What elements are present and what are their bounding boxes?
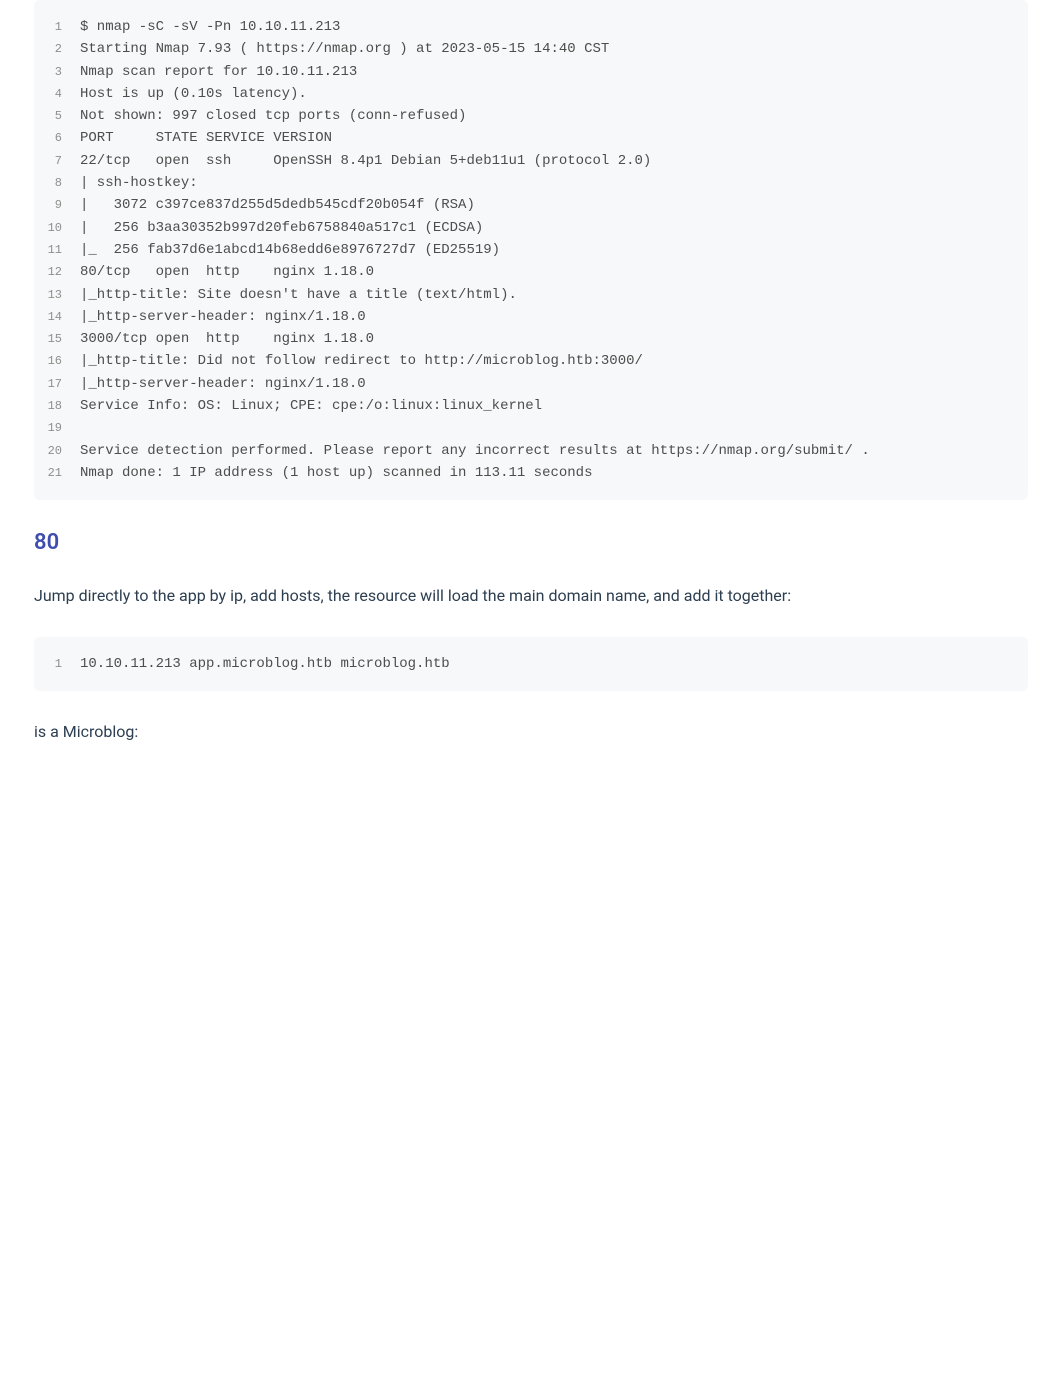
line-number: 15 xyxy=(34,328,80,350)
code-line: 1$ nmap -sC -sV -Pn 10.10.11.213 xyxy=(34,16,1028,38)
code-line: 153000/tcp open http nginx 1.18.0 xyxy=(34,328,1028,350)
code-content: Starting Nmap 7.93 ( https://nmap.org ) … xyxy=(80,38,609,60)
code-content: PORT STATE SERVICE VERSION xyxy=(80,127,332,149)
code-line: 9| 3072 c397ce837d255d5dedb545cdf20b054f… xyxy=(34,194,1028,216)
code-line: 21Nmap done: 1 IP address (1 host up) sc… xyxy=(34,462,1028,484)
line-number: 6 xyxy=(34,127,80,149)
line-number: 12 xyxy=(34,261,80,283)
code-line: 10| 256 b3aa30352b997d20feb6758840a517c1… xyxy=(34,217,1028,239)
line-number: 19 xyxy=(34,417,80,439)
code-content: | 256 b3aa30352b997d20feb6758840a517c1 (… xyxy=(80,217,483,239)
code-content: | 3072 c397ce837d255d5dedb545cdf20b054f … xyxy=(80,194,475,216)
code-content: 80/tcp open http nginx 1.18.0 xyxy=(80,261,374,283)
code-content: $ nmap -sC -sV -Pn 10.10.11.213 xyxy=(80,16,340,38)
line-number: 14 xyxy=(34,306,80,328)
line-number: 18 xyxy=(34,395,80,417)
code-line: 20Service detection performed. Please re… xyxy=(34,440,1028,462)
code-content: Nmap done: 1 IP address (1 host up) scan… xyxy=(80,462,592,484)
code-line: 16|_http-title: Did not follow redirect … xyxy=(34,350,1028,372)
code-line: 110.10.11.213 app.microblog.htb microblo… xyxy=(34,653,1028,675)
code-line: 722/tcp open ssh OpenSSH 8.4p1 Debian 5+… xyxy=(34,150,1028,172)
code-line: 5Not shown: 997 closed tcp ports (conn-r… xyxy=(34,105,1028,127)
code-line: 19 xyxy=(34,417,1028,439)
code-line: 14|_http-server-header: nginx/1.18.0 xyxy=(34,306,1028,328)
code-line: 11|_ 256 fab37d6e1abcd14b68edd6e8976727d… xyxy=(34,239,1028,261)
code-block-nmap: 1$ nmap -sC -sV -Pn 10.10.11.213 2Starti… xyxy=(34,0,1028,500)
line-number: 16 xyxy=(34,350,80,372)
line-number: 4 xyxy=(34,83,80,105)
code-line: 17|_http-server-header: nginx/1.18.0 xyxy=(34,373,1028,395)
code-content: |_http-server-header: nginx/1.18.0 xyxy=(80,306,366,328)
line-number: 13 xyxy=(34,284,80,306)
line-number: 3 xyxy=(34,61,80,83)
line-number: 9 xyxy=(34,194,80,216)
line-number: 21 xyxy=(34,462,80,484)
code-content: |_http-title: Did not follow redirect to… xyxy=(80,350,643,372)
code-content: |_http-server-header: nginx/1.18.0 xyxy=(80,373,366,395)
line-number: 2 xyxy=(34,38,80,60)
line-number: 8 xyxy=(34,172,80,194)
code-line: 6PORT STATE SERVICE VERSION xyxy=(34,127,1028,149)
code-content: 22/tcp open ssh OpenSSH 8.4p1 Debian 5+d… xyxy=(80,150,651,172)
line-number: 5 xyxy=(34,105,80,127)
code-line: 3Nmap scan report for 10.10.11.213 xyxy=(34,61,1028,83)
code-content: |_ 256 fab37d6e1abcd14b68edd6e8976727d7 … xyxy=(80,239,500,261)
code-line: 2Starting Nmap 7.93 ( https://nmap.org )… xyxy=(34,38,1028,60)
code-block-hosts: 110.10.11.213 app.microblog.htb microblo… xyxy=(34,637,1028,691)
code-content: 3000/tcp open http nginx 1.18.0 xyxy=(80,328,374,350)
code-content: 10.10.11.213 app.microblog.htb microblog… xyxy=(80,653,450,675)
line-number: 1 xyxy=(34,16,80,38)
code-content: Nmap scan report for 10.10.11.213 xyxy=(80,61,357,83)
line-number: 17 xyxy=(34,373,80,395)
line-number: 11 xyxy=(34,239,80,261)
code-content: Not shown: 997 closed tcp ports (conn-re… xyxy=(80,105,466,127)
code-line: 8| ssh-hostkey: xyxy=(34,172,1028,194)
line-number: 1 xyxy=(34,653,80,675)
code-content: Service Info: OS: Linux; CPE: cpe:/o:lin… xyxy=(80,395,542,417)
code-line: 4Host is up (0.10s latency). xyxy=(34,83,1028,105)
heading-80: 80 xyxy=(34,530,1028,555)
code-content: Service detection performed. Please repo… xyxy=(80,440,870,462)
code-content: |_http-title: Site doesn't have a title … xyxy=(80,284,517,306)
code-line: 13|_http-title: Site doesn't have a titl… xyxy=(34,284,1028,306)
line-number: 7 xyxy=(34,150,80,172)
code-line: 18Service Info: OS: Linux; CPE: cpe:/o:l… xyxy=(34,395,1028,417)
paragraph-microblog: is a Microblog: xyxy=(34,719,1028,745)
paragraph-intro: Jump directly to the app by ip, add host… xyxy=(34,583,1028,609)
code-content: Host is up (0.10s latency). xyxy=(80,83,307,105)
code-line: 1280/tcp open http nginx 1.18.0 xyxy=(34,261,1028,283)
code-content: | ssh-hostkey: xyxy=(80,172,198,194)
line-number: 20 xyxy=(34,440,80,462)
line-number: 10 xyxy=(34,217,80,239)
